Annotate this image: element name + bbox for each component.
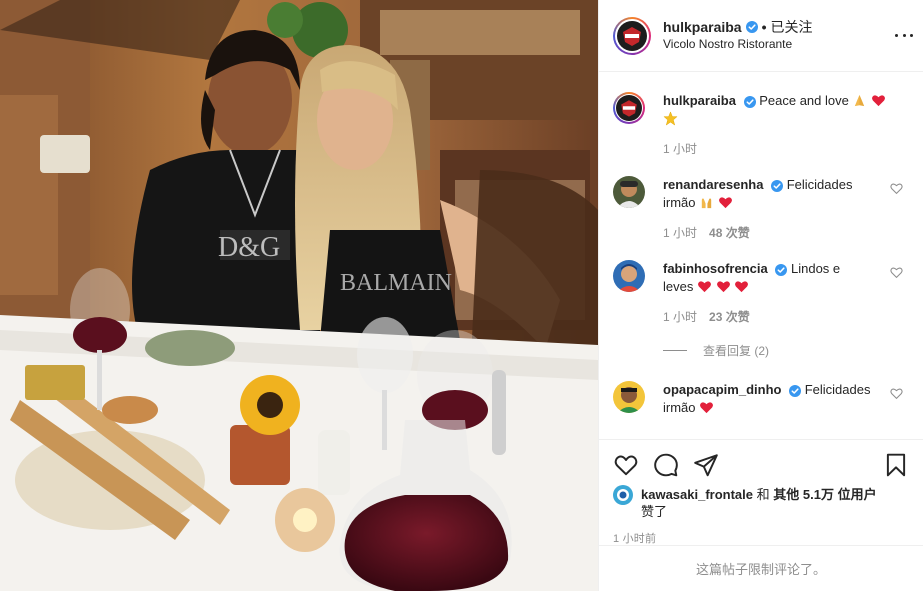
comment-text: Felicidades (786, 177, 853, 192)
hulk-logo-icon (618, 21, 646, 50)
comment-like-heart-icon[interactable] (890, 266, 903, 279)
commenter-avatar[interactable] (613, 381, 645, 413)
liker-username[interactable]: kawasaki_frontale (641, 487, 753, 502)
folded-hands-emoji-icon (855, 94, 865, 107)
comment-item: opapacapim_dinho Felicidades irmão (613, 381, 909, 417)
comment-username[interactable]: renandaresenha (663, 177, 763, 192)
more-options-icon[interactable] (895, 26, 913, 44)
comment-like-count[interactable]: 23 次赞 (709, 310, 750, 324)
verified-badge-icon (771, 179, 784, 192)
bookmark-icon[interactable] (883, 452, 909, 478)
avatar-photo (613, 260, 645, 292)
caption-username[interactable]: hulkparaiba (663, 93, 736, 108)
comment-like-heart-icon[interactable] (890, 182, 903, 195)
red-heart-emoji-icon (700, 402, 714, 414)
likes-summary: kawasaki_frontale 和 其他 5.1万 位用户 赞了 (613, 485, 909, 520)
avatar-photo (613, 381, 645, 413)
comment-text: Lindos e (791, 261, 841, 276)
comment-time[interactable]: 1 小时 (663, 310, 697, 324)
post-side-panel: hulkparaiba • 已关注 Vicolo Nostro Ristoran… (598, 0, 923, 591)
likes-suffix: 赞了 (641, 504, 668, 519)
avatar-photo (613, 485, 633, 505)
post-header: hulkparaiba • 已关注 Vicolo Nostro Ristoran… (599, 0, 923, 72)
comment-username[interactable]: opapacapim_dinho (663, 382, 781, 397)
comment-item: renandaresenha Felicidades irmão 1 小时 48 … (613, 176, 909, 242)
view-replies-divider (663, 350, 687, 351)
post-actions: kawasaki_frontale 和 其他 5.1万 位用户 赞了 1 小时前 (599, 439, 923, 546)
comment-like-heart-icon[interactable] (890, 387, 903, 400)
caption-time[interactable]: 1 小时 (663, 142, 697, 156)
star-emoji-icon (663, 111, 678, 126)
instagram-post: D&G BALMAIN hulkparaiba • 已关注 Vicolo Nos… (0, 0, 923, 591)
post-photo-scene: D&G BALMAIN (0, 0, 598, 591)
view-replies-label: 查看回复 (2) (703, 344, 770, 358)
liker-avatar[interactable] (613, 485, 633, 505)
author-username[interactable]: hulkparaiba (663, 19, 742, 36)
comment-text-continued: irmão (663, 195, 696, 210)
likes-others-count[interactable]: 其他 5.1万 位用户 (773, 487, 876, 502)
red-heart-emoji-icon (698, 281, 711, 293)
svg-text:BALMAIN: BALMAIN (340, 270, 452, 296)
svg-text:D&G: D&G (218, 232, 280, 263)
comments-limited-text: 这篇帖子限制评论了。 (695, 562, 826, 577)
raised-hands-emoji-icon (701, 198, 712, 209)
red-heart-emoji-icon (718, 197, 732, 209)
commenter-avatar[interactable] (613, 176, 645, 208)
comment-like-count[interactable]: 48 次赞 (709, 226, 750, 240)
follow-button[interactable]: 已关注 (771, 19, 813, 36)
avatar-photo (613, 176, 645, 208)
verified-badge-icon (789, 384, 802, 397)
post-location[interactable]: Vicolo Nostro Ristorante (663, 36, 813, 53)
author-avatar[interactable] (613, 16, 651, 55)
post-timestamp[interactable]: 1 小时前 (613, 530, 909, 546)
verified-badge-icon (743, 95, 756, 108)
heart-outline-icon[interactable] (613, 452, 639, 478)
hulk-logo-icon (616, 95, 642, 121)
comment-username[interactable]: fabinhosofrencia (663, 261, 768, 276)
commenter-avatar[interactable] (613, 260, 645, 292)
view-replies-button[interactable]: 查看回复 (2) (663, 342, 909, 359)
paper-plane-icon[interactable] (693, 452, 719, 478)
post-caption: hulkparaiba Peace and love 1 小时 (613, 92, 909, 158)
header-separator: • (761, 18, 767, 35)
likes-connector: 和 (756, 487, 770, 502)
comments-section: hulkparaiba Peace and love 1 小时 renandar… (599, 72, 923, 439)
red-heart-emoji-icon (735, 281, 749, 293)
verified-badge-icon (775, 263, 788, 276)
red-heart-emoji-icon (872, 95, 886, 107)
comment-text-continued: leves (663, 279, 694, 294)
verified-badge-icon (745, 21, 758, 33)
caption-avatar[interactable] (613, 92, 645, 124)
comment-item: fabinhosofrencia Lindos e leves 1 小时 23 次… (613, 260, 909, 326)
caption-text: Peace and love (759, 93, 849, 108)
post-photo[interactable]: D&G BALMAIN (0, 0, 598, 591)
red-heart-emoji-icon (716, 281, 730, 293)
comment-text-continued: irmão (663, 400, 696, 415)
comment-bubble-icon[interactable] (653, 452, 679, 478)
comments-limited-notice: 这篇帖子限制评论了。 (599, 545, 923, 591)
comment-time[interactable]: 1 小时 (663, 226, 697, 240)
comment-text: Felicidades (804, 382, 871, 397)
